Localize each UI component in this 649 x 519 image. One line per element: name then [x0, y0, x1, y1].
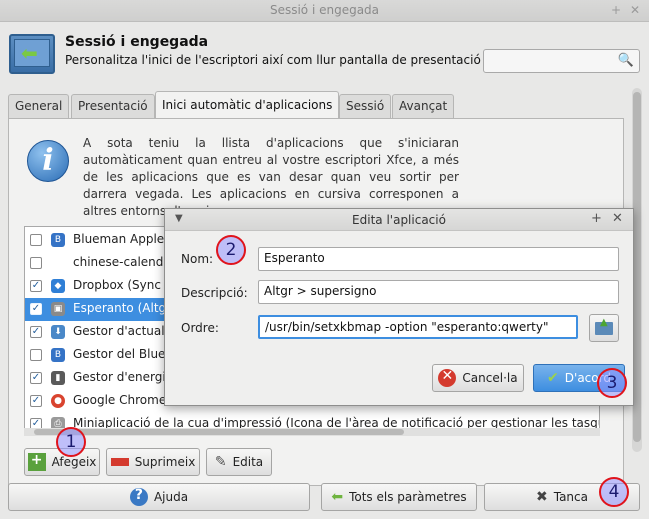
checkbox[interactable]: ✓ [30, 326, 42, 338]
maximize-icon[interactable]: + [591, 211, 602, 226]
checkbox[interactable] [30, 234, 42, 246]
cancel-button[interactable]: ✕ Cancel·la [432, 364, 524, 392]
tab-sessio[interactable]: Sessió [339, 94, 392, 119]
close-icon[interactable]: ✕ [628, 3, 642, 17]
horizontal-scrollbar[interactable] [24, 428, 600, 436]
help-icon: ? [129, 488, 148, 506]
dialog-titlebar: ▼ Edita l'aplicació + ✕ [165, 209, 633, 231]
search-input[interactable]: 🔍 [483, 49, 640, 73]
application-icon: ▣ [51, 302, 65, 316]
description-field[interactable]: Altgr > supersigno [258, 280, 619, 304]
annotation-marker: 2 [216, 235, 246, 265]
session-startup-icon: ⬅ [9, 34, 55, 74]
annotation-marker: 4 [599, 477, 629, 507]
checkbox[interactable] [30, 257, 42, 269]
page-subtitle: Personalitza l'inici de l'escriptori aix… [65, 53, 481, 67]
bluetooth-icon: B [51, 348, 65, 362]
search-icon: 🔍 [617, 53, 634, 68]
close-icon: ✖ [536, 489, 548, 505]
name-label: Nom: [181, 252, 214, 266]
command-label: Ordre: [181, 321, 219, 335]
tab-inici-automatic[interactable]: Inici automàtic d'aplicacions [155, 91, 340, 120]
checkbox[interactable]: ✓ [30, 303, 42, 315]
chrome-icon: ● [51, 394, 65, 408]
info-icon: i [27, 140, 69, 182]
dialog-title: Edita l'aplicació [352, 213, 446, 227]
checkbox[interactable]: ✓ [30, 280, 42, 292]
up-arrow-icon: ▲ [600, 317, 608, 328]
browse-button[interactable]: ▲ [589, 314, 619, 342]
checkbox[interactable] [30, 349, 42, 361]
arrow-left-icon: ⬅ [331, 489, 344, 505]
all-settings-button[interactable]: ⬅ Tots els paràmetres [321, 483, 477, 511]
scrollbar-thumb[interactable] [34, 429, 404, 435]
tab-general[interactable]: General [8, 94, 70, 119]
checkbox[interactable]: ✓ [30, 372, 42, 384]
remove-button[interactable]: Suprimeix [106, 448, 200, 476]
edit-button[interactable]: ✎ Edita [206, 448, 272, 476]
window-titlebar: Sessió i engegada + ✕ [0, 0, 649, 22]
description-label: Descripció: [181, 286, 248, 300]
plus-icon: + [27, 453, 46, 471]
annotation-marker: 3 [597, 368, 627, 398]
page-title: Sessió i engegada [65, 34, 209, 50]
minus-icon [110, 458, 129, 466]
check-icon: ✔ [547, 370, 559, 386]
close-icon[interactable]: ✕ [612, 211, 623, 226]
checkbox[interactable]: ✓ [30, 395, 42, 407]
window-title: Sessió i engegada [269, 3, 380, 17]
maximize-icon[interactable]: + [609, 3, 623, 17]
tab-avancat[interactable]: Avançat [392, 94, 455, 119]
dropbox-icon: ◆ [51, 279, 65, 293]
battery-icon: ▮ [51, 371, 65, 385]
scrollbar-thumb[interactable] [633, 92, 641, 442]
annotation-marker: 1 [56, 427, 86, 457]
name-field[interactable]: Esperanto [258, 247, 619, 271]
pencil-icon: ✎ [214, 454, 227, 470]
tab-presentacio[interactable]: Presentació [71, 94, 155, 119]
help-button[interactable]: ? Ajuda [8, 483, 310, 511]
cancel-icon: ✕ [438, 369, 457, 387]
command-field[interactable]: /usr/bin/setxkbmap -option "esperanto:qw… [258, 315, 578, 339]
bluetooth-icon: B [51, 233, 65, 247]
update-icon: ⬇ [51, 325, 65, 339]
